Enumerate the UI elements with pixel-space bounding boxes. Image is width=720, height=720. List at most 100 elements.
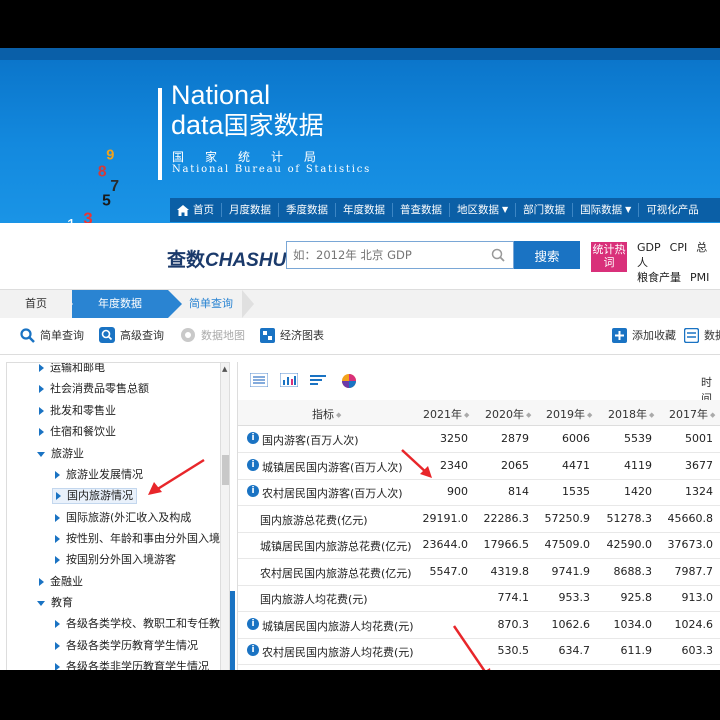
nav-monthly[interactable]: 月度数据 — [222, 203, 279, 217]
nav-visualization[interactable]: 可视化产品 — [639, 203, 706, 217]
table-cell: 7987.7 — [674, 564, 714, 578]
hot-link-grain[interactable]: 粮食产量 — [637, 271, 681, 284]
table-cell: 22286.3 — [483, 511, 530, 525]
nav-census[interactable]: 普查数据 — [393, 203, 450, 217]
header-indicator[interactable]: 指标 ◆ — [312, 406, 341, 422]
table-cell: 1535 — [562, 485, 590, 498]
data-button[interactable]: 数据 — [684, 327, 720, 343]
map-icon — [181, 328, 195, 342]
tree-item-tourism-development[interactable]: 旅游业发展情况 — [55, 468, 143, 482]
home-icon — [177, 204, 189, 216]
table-cell: 5001 — [685, 432, 713, 445]
list-view-icon[interactable] — [250, 373, 268, 387]
tree-item-international-tourism[interactable]: 国际旅游(外汇收入及构成 — [55, 511, 191, 525]
hot-links: GDP CPI 总人 粮食产量 PMI — [637, 240, 720, 285]
tree-scrollbar-thumb[interactable] — [222, 455, 229, 485]
sort-icon: ◆ — [336, 411, 342, 419]
tree-item-schools-staff[interactable]: 各级各类学校、教职工和专任教 — [55, 617, 220, 631]
search-icon — [20, 327, 35, 343]
hot-link-cpi[interactable]: CPI — [670, 241, 688, 254]
header-year-label: 2018年 — [608, 408, 647, 421]
hot-link-gdp[interactable]: GDP — [637, 241, 661, 254]
info-icon[interactable]: i — [247, 617, 259, 630]
expand-arrow-icon — [55, 663, 60, 670]
tree-item-label: 社会消费品零售总额 — [50, 382, 149, 395]
pie-chart-icon[interactable] — [341, 373, 357, 389]
table-cell: 23644.0 — [422, 538, 469, 551]
svg-text:8: 8 — [98, 163, 107, 180]
tree-item-transport[interactable]: 运输和邮电 — [39, 363, 105, 375]
nav-home[interactable]: 首页 — [170, 203, 222, 217]
hot-link-pmi[interactable]: PMI — [690, 271, 709, 284]
breadcrumb-home[interactable]: 首页 — [0, 290, 73, 318]
search-row: 查数CHASHU 搜索 统计热词 GDPCPI总人 粮食产量PMI — [0, 223, 720, 289]
economic-chart-button[interactable]: 经济图表 — [260, 327, 324, 343]
sort-icon: ◆ — [710, 411, 716, 419]
breadcrumb-simple-query[interactable]: 简单查询 — [178, 290, 254, 318]
header-year-2019[interactable]: 2019年 ◆ — [546, 406, 592, 422]
advanced-query-button[interactable]: 高级查询 — [99, 327, 164, 343]
search-button[interactable]: 搜索 — [514, 241, 580, 269]
brand-national: National — [171, 80, 271, 110]
table-cell: 42590.0 — [606, 538, 653, 551]
table-cell: 1062.6 — [551, 617, 591, 631]
nav-regional[interactable]: 地区数据 ▼ — [450, 203, 517, 217]
search-input[interactable] — [287, 242, 489, 268]
tree-item-wholesale[interactable]: 批发和零售业 — [39, 404, 116, 418]
panel-resize-handle[interactable] — [230, 591, 235, 670]
table-row: i 农村居民国内旅游人均花费(元) 530.5 634.7 611.9 603.3 — [238, 638, 720, 665]
info-icon[interactable]: i — [247, 644, 259, 656]
info-icon[interactable]: i — [247, 458, 259, 471]
search-icon[interactable] — [491, 248, 505, 262]
header-year-label: 2017年 — [669, 408, 708, 421]
sort-icon: ◆ — [526, 411, 532, 419]
tree-item-nondegree-students[interactable]: 各级各类非学历教育学生情况 — [55, 660, 209, 670]
header-year-2017[interactable]: 2017年 ◆ — [669, 406, 715, 422]
breadcrumb-annual[interactable]: 年度数据 — [72, 290, 182, 318]
hot-links-row2: 粮食产量 PMI — [637, 270, 720, 285]
tree-item-domestic-tourism[interactable]: 国内旅游情况 — [52, 488, 137, 504]
table-cell: 900 — [447, 485, 468, 498]
info-icon[interactable]: i — [247, 432, 259, 444]
bar-chart-icon[interactable] — [280, 373, 298, 387]
add-favorite-button[interactable]: 添加收藏 — [612, 327, 676, 343]
info-icon[interactable]: i — [247, 485, 259, 497]
nav-international[interactable]: 国际数据 ▼ — [573, 203, 640, 217]
tree-scrollbar[interactable]: ▲ — [220, 363, 229, 670]
table-cell: 4471 — [562, 458, 590, 472]
tree-item-hospitality[interactable]: 住宿和餐饮业 — [39, 425, 116, 439]
expand-arrow-icon — [55, 535, 60, 543]
tree-item-foreign-visitors-gender[interactable]: 按性别、年龄和事由分外国入境 — [55, 532, 220, 546]
nav-quarterly[interactable]: 季度数据 — [279, 203, 336, 217]
header-year-2021[interactable]: 2021年 ◆ — [423, 406, 469, 422]
collapse-arrow-icon — [37, 600, 45, 606]
table-cell: 774.1 — [497, 591, 530, 604]
tree-item-retail-sales[interactable]: 社会消费品零售总额 — [39, 382, 149, 396]
row-indicator-label: 农村居民国内旅游总花费(亿元) — [260, 566, 412, 580]
simple-query-button[interactable]: 简单查询 — [20, 327, 84, 343]
data-map-button[interactable]: 数据地图 — [180, 327, 245, 343]
row-indicator-label: 国内游客(百万人次) — [262, 434, 359, 447]
expand-arrow-icon — [39, 428, 44, 436]
tree-item-tourism[interactable]: 旅游业 — [37, 447, 84, 461]
header-year-2020[interactable]: 2020年 ◆ — [485, 406, 531, 422]
nav-annual[interactable]: 年度数据 — [336, 203, 393, 217]
table-cell: 953.3 — [558, 591, 591, 604]
nav-department[interactable]: 部门数据 — [516, 203, 574, 217]
add-favorite-label: 添加收藏 — [632, 329, 676, 342]
header-year-2018[interactable]: 2018年 ◆ — [608, 406, 654, 422]
tree-item-foreign-visitors-country[interactable]: 按国别分外国入境游客 — [55, 553, 176, 567]
scroll-up-icon[interactable]: ▲ — [222, 365, 227, 373]
tree-item-education[interactable]: 教育 — [37, 596, 73, 610]
expand-arrow-icon — [55, 471, 60, 479]
tree-item-finance[interactable]: 金融业 — [39, 575, 83, 589]
chevron-down-icon: ▼ — [625, 205, 632, 214]
horizontal-bar-icon[interactable] — [310, 373, 328, 387]
svg-text:7: 7 — [110, 178, 119, 195]
advanced-query-label: 高级查询 — [120, 329, 164, 342]
table-cell: 45660.8 — [667, 511, 714, 525]
table-row: i 城镇居民国内旅游人均花费(元) 870.3 1062.6 1034.0 1024.6 — [238, 612, 720, 639]
tree-item-degree-students[interactable]: 各级各类学历教育学生情况 — [55, 639, 198, 653]
data-table-panel: 时间 指标 ◆ 2021年 ◆ 2020年 ◆ 2019年 ◆ 2018年 ◆ 2017年… — [237, 362, 720, 670]
table-cell: 530.5 — [497, 644, 530, 657]
